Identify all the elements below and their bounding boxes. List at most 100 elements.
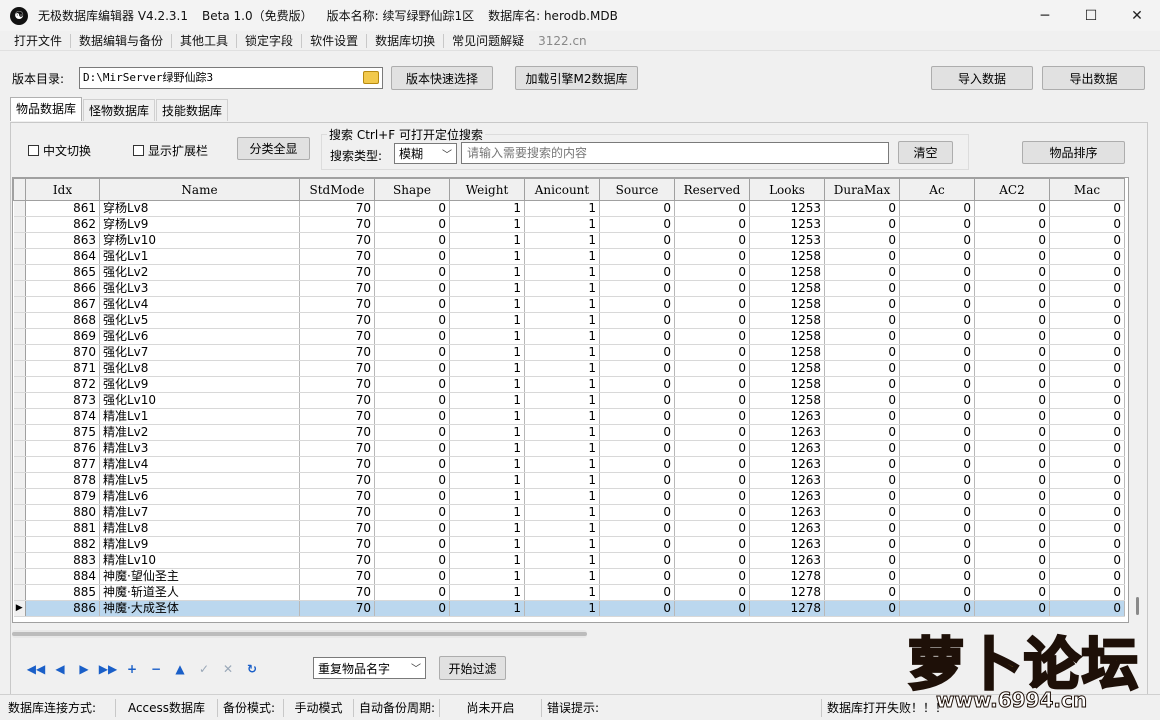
cell-anicount[interactable]: 1 bbox=[524, 584, 600, 601]
cell-ac2[interactable]: 0 bbox=[974, 216, 1050, 233]
row-indicator[interactable] bbox=[13, 536, 26, 553]
chinese-toggle-checkbox[interactable]: 中文切换 bbox=[28, 142, 91, 159]
cell-anicount[interactable]: 1 bbox=[524, 232, 600, 249]
cell-stdmode[interactable]: 70 bbox=[299, 568, 375, 585]
cell-name[interactable]: 精准Lv3 bbox=[99, 440, 300, 457]
cell-ac[interactable]: 0 bbox=[899, 312, 975, 329]
cell-anicount[interactable]: 1 bbox=[524, 248, 600, 265]
table-row[interactable]: 869 强化Lv6 70 0 1 1 0 0 1258 0 0 0 0 bbox=[13, 328, 1125, 345]
cell-stdmode[interactable]: 70 bbox=[299, 584, 375, 601]
cell-stdmode[interactable]: 70 bbox=[299, 600, 375, 617]
cell-looks[interactable]: 1263 bbox=[749, 536, 825, 553]
cell-idx[interactable]: 870 bbox=[25, 344, 100, 361]
cell-looks[interactable]: 1258 bbox=[749, 328, 825, 345]
cell-source[interactable]: 0 bbox=[599, 552, 675, 569]
cell-reserved[interactable]: 0 bbox=[674, 520, 750, 537]
refresh-icon[interactable]: ↻ bbox=[240, 658, 264, 680]
search-input[interactable]: 请输入需要搜索的内容 bbox=[461, 142, 889, 164]
cell-duramax[interactable]: 0 bbox=[824, 600, 900, 617]
cell-name[interactable]: 精准Lv4 bbox=[99, 456, 300, 473]
table-row[interactable]: 885 神魔·斩道圣人 70 0 1 1 0 0 1278 0 0 0 0 bbox=[13, 584, 1125, 601]
row-indicator[interactable] bbox=[13, 328, 26, 345]
cell-reserved[interactable]: 0 bbox=[674, 248, 750, 265]
table-row[interactable]: 874 精准Lv1 70 0 1 1 0 0 1263 0 0 0 0 bbox=[13, 408, 1125, 425]
cell-idx[interactable]: 877 bbox=[25, 456, 100, 473]
cell-idx[interactable]: 865 bbox=[25, 264, 100, 281]
cell-source[interactable]: 0 bbox=[599, 488, 675, 505]
cell-ac[interactable]: 0 bbox=[899, 520, 975, 537]
cell-source[interactable]: 0 bbox=[599, 376, 675, 393]
dir-path-input[interactable]: D:\MirServer绿野仙踪3 bbox=[79, 67, 383, 89]
cell-shape[interactable]: 0 bbox=[374, 440, 450, 457]
cell-mac[interactable]: 0 bbox=[1049, 232, 1125, 249]
cell-duramax[interactable]: 0 bbox=[824, 408, 900, 425]
cell-source[interactable]: 0 bbox=[599, 344, 675, 361]
row-indicator[interactable] bbox=[13, 312, 26, 329]
cell-duramax[interactable]: 0 bbox=[824, 312, 900, 329]
cell-ac2[interactable]: 0 bbox=[974, 296, 1050, 313]
cell-ac[interactable]: 0 bbox=[899, 328, 975, 345]
post-icon[interactable]: ✓ bbox=[192, 658, 216, 680]
prior-icon[interactable]: ◀ bbox=[48, 658, 72, 680]
cell-source[interactable]: 0 bbox=[599, 408, 675, 425]
column-header-shape[interactable]: Shape bbox=[374, 178, 450, 201]
cell-source[interactable]: 0 bbox=[599, 536, 675, 553]
cell-looks[interactable]: 1278 bbox=[749, 600, 825, 617]
cell-looks[interactable]: 1258 bbox=[749, 280, 825, 297]
cell-duramax[interactable]: 0 bbox=[824, 296, 900, 313]
cell-duramax[interactable]: 0 bbox=[824, 360, 900, 377]
maximize-button[interactable]: ☐ bbox=[1068, 0, 1114, 31]
cell-name[interactable]: 精准Lv5 bbox=[99, 472, 300, 489]
cell-mac[interactable]: 0 bbox=[1049, 600, 1125, 617]
cell-shape[interactable]: 0 bbox=[374, 408, 450, 425]
table-row[interactable]: 867 强化Lv4 70 0 1 1 0 0 1258 0 0 0 0 bbox=[13, 296, 1125, 313]
cell-looks[interactable]: 1258 bbox=[749, 312, 825, 329]
cell-duramax[interactable]: 0 bbox=[824, 488, 900, 505]
row-indicator[interactable] bbox=[13, 520, 26, 537]
cell-shape[interactable]: 0 bbox=[374, 360, 450, 377]
cell-source[interactable]: 0 bbox=[599, 248, 675, 265]
table-row[interactable]: 884 神魔·望仙圣主 70 0 1 1 0 0 1278 0 0 0 0 bbox=[13, 568, 1125, 585]
cell-mac[interactable]: 0 bbox=[1049, 216, 1125, 233]
cell-stdmode[interactable]: 70 bbox=[299, 200, 375, 217]
cell-duramax[interactable]: 0 bbox=[824, 376, 900, 393]
cell-anicount[interactable]: 1 bbox=[524, 296, 600, 313]
menu-open-file[interactable]: 打开文件 bbox=[0, 33, 72, 48]
cell-reserved[interactable]: 0 bbox=[674, 360, 750, 377]
cell-looks[interactable]: 1258 bbox=[749, 360, 825, 377]
cell-ac2[interactable]: 0 bbox=[974, 312, 1050, 329]
cell-name[interactable]: 精准Lv6 bbox=[99, 488, 300, 505]
cell-mac[interactable]: 0 bbox=[1049, 472, 1125, 489]
cell-weight[interactable]: 1 bbox=[449, 376, 525, 393]
start-filter-button[interactable]: 开始过滤 bbox=[439, 656, 506, 680]
cell-name[interactable]: 强化Lv10 bbox=[99, 392, 300, 409]
cell-looks[interactable]: 1263 bbox=[749, 456, 825, 473]
last-icon[interactable]: ▶▶ bbox=[96, 658, 120, 680]
column-header-duramax[interactable]: DuraMax bbox=[824, 178, 900, 201]
cell-ac[interactable]: 0 bbox=[899, 424, 975, 441]
cell-stdmode[interactable]: 70 bbox=[299, 328, 375, 345]
cell-reserved[interactable]: 0 bbox=[674, 216, 750, 233]
cell-name[interactable]: 精准Lv8 bbox=[99, 520, 300, 537]
cell-duramax[interactable]: 0 bbox=[824, 584, 900, 601]
cell-stdmode[interactable]: 70 bbox=[299, 232, 375, 249]
cell-mac[interactable]: 0 bbox=[1049, 328, 1125, 345]
cell-duramax[interactable]: 0 bbox=[824, 536, 900, 553]
close-button[interactable]: ✕ bbox=[1114, 0, 1160, 31]
cell-name[interactable]: 强化Lv8 bbox=[99, 360, 300, 377]
cell-mac[interactable]: 0 bbox=[1049, 424, 1125, 441]
cell-ac2[interactable]: 0 bbox=[974, 408, 1050, 425]
cell-idx[interactable]: 882 bbox=[25, 536, 100, 553]
cell-looks[interactable]: 1263 bbox=[749, 520, 825, 537]
column-header-stdmode[interactable]: StdMode bbox=[299, 178, 375, 201]
cell-anicount[interactable]: 1 bbox=[524, 376, 600, 393]
table-row[interactable]: 873 强化Lv10 70 0 1 1 0 0 1258 0 0 0 0 bbox=[13, 392, 1125, 409]
cell-name[interactable]: 神魔·望仙圣主 bbox=[99, 568, 300, 585]
export-button[interactable]: 导出数据 bbox=[1042, 66, 1145, 90]
cell-source[interactable]: 0 bbox=[599, 328, 675, 345]
cell-idx[interactable]: 876 bbox=[25, 440, 100, 457]
cell-source[interactable]: 0 bbox=[599, 200, 675, 217]
cell-ac[interactable]: 0 bbox=[899, 280, 975, 297]
cell-anicount[interactable]: 1 bbox=[524, 472, 600, 489]
menu-faq[interactable]: 常见问题解疑 bbox=[444, 34, 532, 48]
